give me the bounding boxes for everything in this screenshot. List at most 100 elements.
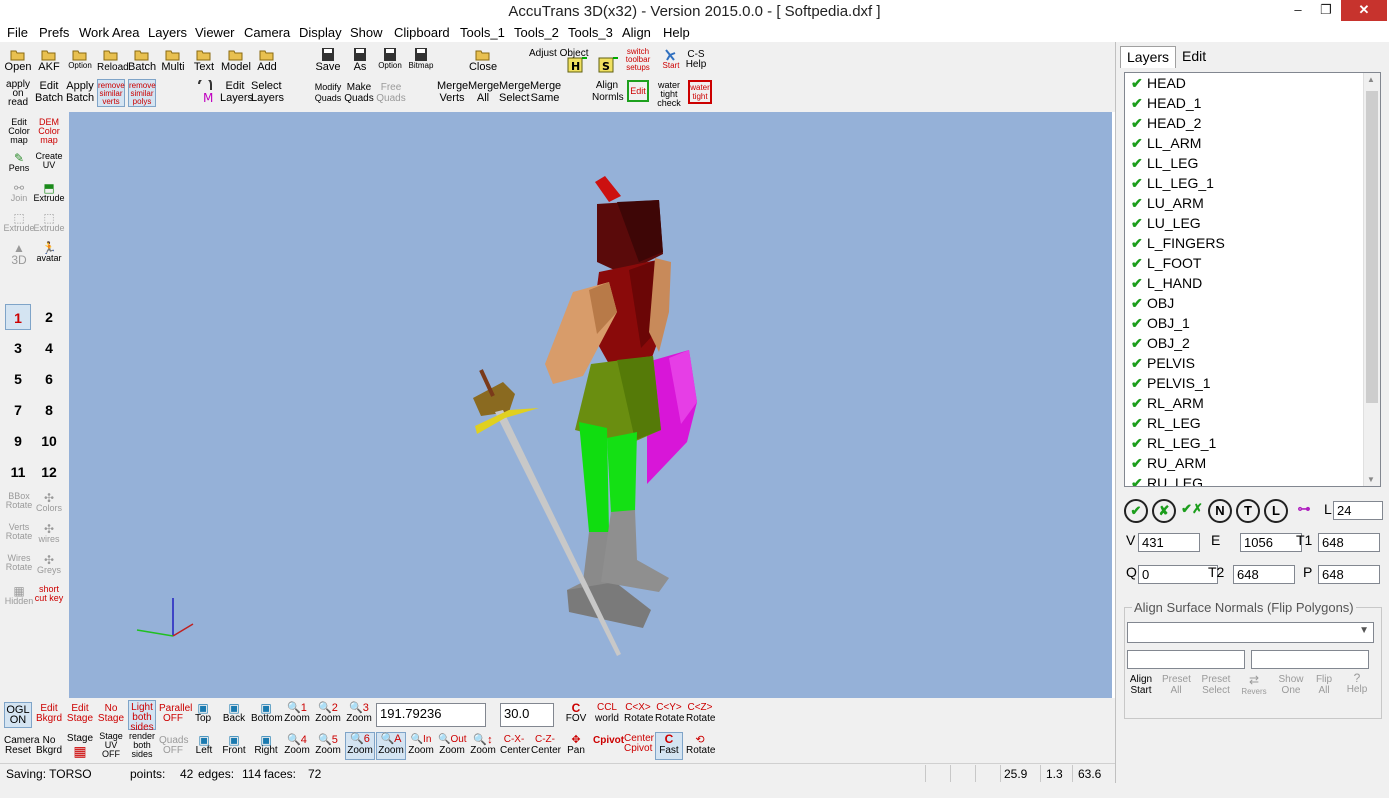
add-button[interactable]: Add <box>254 48 280 73</box>
edit-stage-button[interactable]: Edit Stage <box>66 704 94 724</box>
world-button[interactable]: CCL world <box>593 702 621 724</box>
menu-viewer[interactable]: Viewer <box>195 25 235 40</box>
t2-value-field[interactable]: 648 <box>1233 565 1295 584</box>
tree-button[interactable]: ⊶ <box>1292 499 1316 523</box>
list-item[interactable]: ✔ LL_LEG <box>1131 155 1198 175</box>
l-button[interactable]: L <box>1264 499 1288 523</box>
start-button[interactable]: Start <box>659 48 683 70</box>
edit-batch-button[interactable]: Edit Batch <box>35 80 63 104</box>
top-view-button[interactable]: ▣ Top <box>190 702 216 724</box>
zoom-value-field[interactable]: 191.79236 <box>376 703 486 727</box>
switch-toolbar-button[interactable]: switch toolbar setups <box>625 48 651 72</box>
apply-on-read-button[interactable]: apply on read <box>4 80 32 108</box>
merge-verts-button[interactable]: Merge Verts <box>437 80 468 104</box>
merge-select-button[interactable]: Merge Select <box>499 80 530 104</box>
edit-color-map-button[interactable]: Edit Color map <box>3 118 35 145</box>
view-9-button[interactable]: 9 <box>5 428 31 454</box>
modify-quads-button[interactable]: Modify Quads <box>313 82 343 104</box>
help-button[interactable]: ? Help <box>1344 672 1370 695</box>
list-item[interactable]: ✔ RU_LEG <box>1131 475 1203 486</box>
zoom-2-button[interactable]: 🔍2 Zoom <box>314 702 342 724</box>
list-item[interactable]: ✔ RU_ARM <box>1131 455 1206 475</box>
list-item[interactable]: ✔ HEAD_1 <box>1131 95 1201 115</box>
list-item[interactable]: ✔ LU_LEG <box>1131 215 1201 235</box>
pens-button[interactable]: ✎ Pens <box>3 152 35 173</box>
wires-rotate-button[interactable]: Wires Rotate <box>3 554 35 572</box>
v-value-field[interactable]: 431 <box>1138 533 1200 552</box>
left-view-button[interactable]: ▣ Left <box>190 734 218 756</box>
list-item[interactable]: ✔ OBJ_1 <box>1131 315 1190 335</box>
no-bkgrd-button[interactable]: No Bkgrd <box>35 736 63 756</box>
list-item[interactable]: ✔ L_HAND <box>1131 275 1202 295</box>
create-uv-button[interactable]: Create UV <box>33 152 65 170</box>
maximize-button[interactable]: ❐ <box>1312 0 1340 21</box>
verts-rotate-button[interactable]: Verts Rotate <box>3 523 35 541</box>
edit-bkgrd-button[interactable]: Edit Bkgrd <box>35 704 63 724</box>
view-2-button[interactable]: 2 <box>36 304 62 330</box>
colors-button[interactable]: ✣ Colors <box>33 492 65 513</box>
p-value-field[interactable]: 648 <box>1318 565 1380 584</box>
scroll-thumb[interactable] <box>1366 91 1378 403</box>
menu-tools-2[interactable]: Tools_2 <box>514 25 559 40</box>
view-3-button[interactable]: 3 <box>5 335 31 361</box>
select-layers-button[interactable]: Select Layers <box>251 80 284 104</box>
rotate-z-button[interactable]: C<Z> Rotate <box>686 702 715 724</box>
zoom-6-button[interactable]: 🔍6 Zoom <box>345 732 375 760</box>
menu-clipboard[interactable]: Clipboard <box>394 25 450 40</box>
align-start-button[interactable]: Align Start <box>1128 674 1154 696</box>
revers-button[interactable]: ⇄ Revers <box>1240 674 1268 697</box>
water-tight-check-button[interactable]: water tight check <box>655 81 683 108</box>
cs-help-button[interactable]: C-S Help <box>684 50 708 70</box>
list-item[interactable]: ✔ LL_LEG_1 <box>1131 175 1214 195</box>
zoom-last-button[interactable]: 🔍↕ Zoom <box>469 734 497 756</box>
open-button[interactable]: Open <box>4 48 32 73</box>
adjust-object-button[interactable]: Adjust Object <box>529 48 588 59</box>
fast-button[interactable]: C Fast <box>655 732 683 760</box>
preset-select-button[interactable]: Preset Select <box>1200 674 1232 696</box>
edit-red-button[interactable]: Edit <box>627 80 649 102</box>
magnet-tool-button[interactable]: M <box>194 77 218 105</box>
q-value-field[interactable]: 0 <box>1138 565 1218 584</box>
menu-file[interactable]: File <box>7 25 28 40</box>
camera-reset-button[interactable]: Camera Reset <box>4 736 40 756</box>
center-z-button[interactable]: C-Z- Center <box>531 734 561 756</box>
tab-edit[interactable]: Edit <box>1176 46 1212 68</box>
minimize-button[interactable]: – <box>1284 0 1312 21</box>
extrude-k-button[interactable]: ⬚ Extrude <box>3 212 35 233</box>
list-item[interactable]: ✔ OBJ_2 <box>1131 335 1190 355</box>
menu-layers[interactable]: Layers <box>148 25 187 40</box>
no-stage-button[interactable]: No Stage <box>97 704 125 724</box>
close-button[interactable]: ✕ <box>1341 0 1387 21</box>
t1-value-field[interactable]: 648 <box>1318 533 1380 552</box>
menu-prefs[interactable]: Prefs <box>39 25 69 40</box>
show-one-button[interactable]: Show One <box>1276 674 1306 696</box>
fov-value-field[interactable]: 30.0 <box>500 703 554 727</box>
akf-button[interactable]: AKF <box>36 48 62 73</box>
quads-off-button[interactable]: Quads OFF <box>159 736 188 756</box>
parallel-off-button[interactable]: Parallel OFF <box>159 704 192 724</box>
align-normals-button[interactable]: Align Normls <box>592 80 624 104</box>
merge-all-button[interactable]: Merge All <box>468 80 499 104</box>
list-item[interactable]: ✔ RL_ARM <box>1131 395 1204 415</box>
n-button[interactable]: N <box>1208 499 1232 523</box>
remove-similar-verts-button[interactable]: remove similar verts <box>97 79 125 107</box>
flip-all-button[interactable]: Flip All <box>1312 674 1336 696</box>
bottom-view-button[interactable]: ▣ Bottom <box>251 702 283 724</box>
right-view-button[interactable]: ▣ Right <box>251 734 281 756</box>
view-8-button[interactable]: 8 <box>36 397 62 423</box>
zoom-1-button[interactable]: 🔍1 Zoom <box>283 702 311 724</box>
align-normals-dropdown[interactable]: ▼ <box>1127 622 1374 643</box>
render-both-sides-button[interactable]: render both sides <box>128 732 156 759</box>
list-item[interactable]: ✔ HEAD <box>1131 75 1186 95</box>
menu-tools-3[interactable]: Tools_3 <box>568 25 613 40</box>
list-item[interactable]: ✔ L_FINGERS <box>1131 235 1225 255</box>
view-12-button[interactable]: 12 <box>36 459 62 485</box>
apply-batch-button[interactable]: Apply Batch <box>66 80 94 104</box>
edit-layers-button[interactable]: Edit Layers <box>220 80 253 104</box>
back-view-button[interactable]: ▣ Back <box>220 702 248 724</box>
water-tight-button[interactable]: water tight <box>688 80 712 104</box>
view-1-button[interactable]: 1 <box>5 304 31 330</box>
menu-align[interactable]: Align <box>622 25 651 40</box>
e-value-field[interactable]: 1056 <box>1240 533 1302 552</box>
center-cpivot-button[interactable]: Center Cpivot <box>624 734 654 754</box>
